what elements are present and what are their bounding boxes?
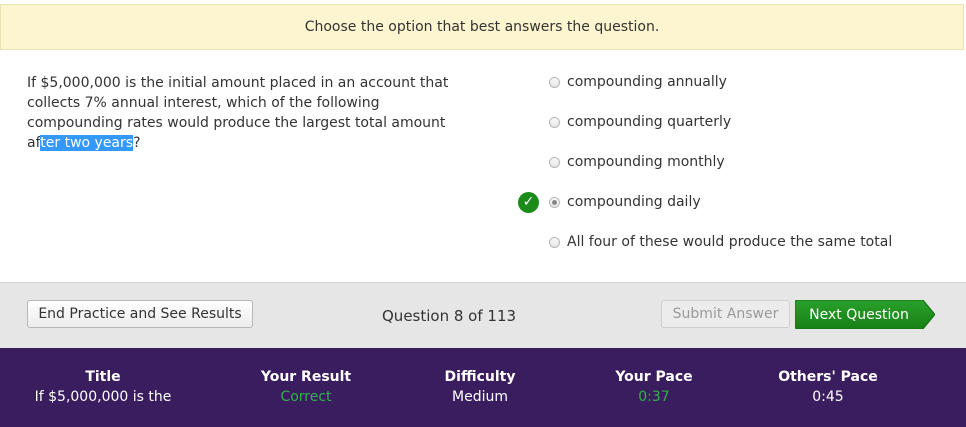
- instruction-banner: Choose the option that best answers the …: [0, 4, 964, 50]
- stats-panel: Title If $5,000,000 is the Your Result C…: [0, 348, 966, 427]
- radio-button[interactable]: [549, 236, 560, 248]
- question-text-selection: ter two years: [40, 135, 134, 151]
- radio-button[interactable]: [549, 156, 560, 168]
- stat-value: If $5,000,000 is the: [34, 389, 172, 405]
- option-label: compounding daily: [567, 194, 701, 210]
- question-counter: Question 8 of 113: [382, 307, 517, 325]
- question-text-end: ?: [133, 135, 141, 151]
- radio-button-selected[interactable]: [549, 196, 560, 208]
- correct-check-icon: ✓: [518, 191, 539, 213]
- stat-your-result: Your Result Correct: [216, 369, 396, 405]
- stat-your-pace: Your Pace 0:37: [564, 369, 744, 405]
- option-label: compounding quarterly: [567, 114, 732, 130]
- option-label: All four of these would produce the same…: [567, 234, 893, 250]
- question-text: If $5,000,000 is the initial amount plac…: [27, 73, 472, 153]
- stat-value: 0:45: [812, 389, 844, 405]
- option-label: compounding monthly: [567, 154, 725, 170]
- stat-title: Title If $5,000,000 is the: [13, 369, 193, 405]
- stat-heading: Difficulty: [444, 369, 516, 385]
- stat-heading: Your Result: [260, 369, 352, 385]
- stat-value: Correct: [280, 389, 332, 405]
- next-question-label: Next Question: [809, 306, 909, 323]
- end-practice-button[interactable]: End Practice and See Results: [27, 300, 253, 328]
- stat-heading: Title: [85, 369, 121, 385]
- radio-button[interactable]: [549, 76, 560, 88]
- stat-others-pace: Others' Pace 0:45: [738, 369, 918, 405]
- action-bar: End Practice and See Results Question 8 …: [0, 282, 966, 348]
- submit-answer-button[interactable]: Submit Answer: [661, 300, 790, 328]
- stat-value: Medium: [452, 389, 508, 405]
- option-label: compounding annually: [567, 74, 727, 90]
- radio-button[interactable]: [549, 116, 560, 128]
- stat-heading: Your Pace: [615, 369, 693, 385]
- next-question-button[interactable]: Next Question: [795, 300, 935, 329]
- stat-difficulty: Difficulty Medium: [390, 369, 570, 405]
- instruction-text: Choose the option that best answers the …: [304, 19, 660, 35]
- stat-value: 0:37: [638, 389, 670, 405]
- stat-heading: Others' Pace: [778, 369, 878, 385]
